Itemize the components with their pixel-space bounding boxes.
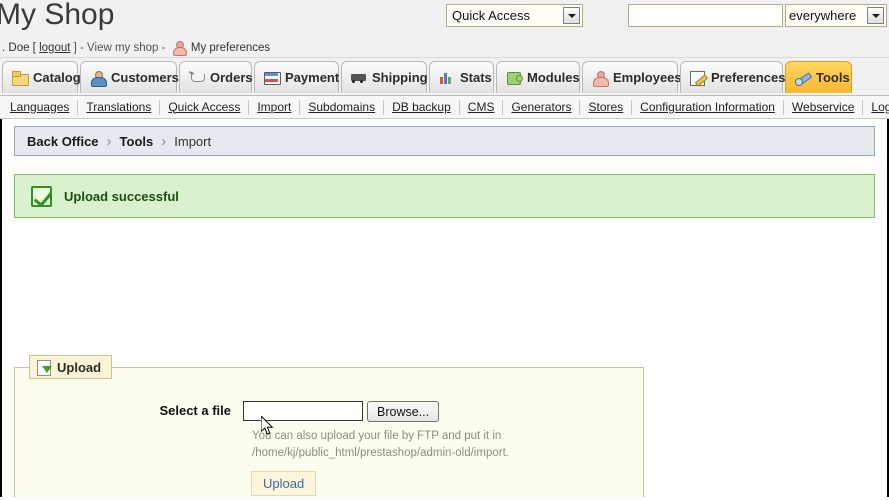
truck-icon xyxy=(351,70,367,86)
content-area: Back Office › Tools › Import Upload successf… xyxy=(0,119,889,497)
user-name-text: . Doe [ xyxy=(2,42,36,54)
file-select-row: Select a file Browse... xyxy=(15,401,643,422)
subnav-item-webservice[interactable]: Webservice xyxy=(784,97,862,118)
search-input[interactable] xyxy=(628,4,783,27)
page-header: My Shop . Doe [ logout ] - View my shop … xyxy=(0,0,889,58)
tab-stats[interactable]: Stats xyxy=(429,61,494,93)
subnav-item-import[interactable]: Import xyxy=(249,97,299,118)
quick-access-value: Quick Access xyxy=(452,8,531,23)
tab-catalog[interactable]: Catalog xyxy=(2,61,81,93)
search-scope-select[interactable]: everywhere xyxy=(785,4,887,27)
tab-modules[interactable]: Modules xyxy=(496,61,580,93)
employee-icon xyxy=(592,70,609,87)
subnav-item-translations[interactable]: Translations xyxy=(78,97,159,118)
tab-label: Catalog xyxy=(33,70,81,85)
tab-label: Customers xyxy=(111,70,179,85)
tab-label: Tools xyxy=(816,70,850,85)
tab-label: Orders xyxy=(210,70,253,85)
status-alert-success: Upload successful xyxy=(14,174,875,218)
tab-employees[interactable]: Employees xyxy=(582,61,682,93)
tab-label: Preferences xyxy=(711,70,786,85)
payment-icon xyxy=(264,70,281,86)
puzzle-icon xyxy=(506,70,523,86)
tab-shipping[interactable]: Shipping xyxy=(341,61,428,93)
user-info-line: . Doe [ logout ] - View my shop - My pre… xyxy=(2,41,270,56)
tab-preferences[interactable]: Preferences xyxy=(680,61,786,93)
subnav-item-configuration-information[interactable]: Configuration Information xyxy=(632,97,783,118)
cart-icon xyxy=(189,70,205,86)
upload-button[interactable]: Upload xyxy=(251,471,317,496)
breadcrumb-item-import: Import xyxy=(174,133,212,149)
alert-message: Upload successful xyxy=(64,188,179,204)
subnav-item-subdomains[interactable]: Subdomains xyxy=(300,97,383,118)
check-icon xyxy=(31,185,52,207)
subnav-item-quick-access[interactable]: Quick Access xyxy=(160,97,248,118)
breadcrumb-item-back-office[interactable]: Back Office xyxy=(27,134,99,149)
breadcrumb-item-tools[interactable]: Tools xyxy=(120,134,154,149)
quick-access-select[interactable]: Quick Access xyxy=(446,4,583,27)
upload-panel-title: Upload xyxy=(57,359,102,375)
subnav-item-languages[interactable]: Languages xyxy=(2,97,77,118)
search-scope-value: everywhere xyxy=(789,8,857,23)
upload-panel: Upload Select a file Browse... You can a… xyxy=(14,355,644,497)
my-preferences-link[interactable]: My preferences xyxy=(191,42,270,54)
subnav-item-stores[interactable]: Stores xyxy=(580,97,631,118)
customer-icon xyxy=(90,70,107,87)
tab-orders[interactable]: Orders xyxy=(179,61,253,93)
tab-tools[interactable]: Tools xyxy=(785,61,852,93)
user-avatar-icon xyxy=(172,41,187,56)
breadcrumb-separator-icon: › xyxy=(161,132,167,150)
subnav-item-db-backup[interactable]: DB backup xyxy=(384,97,459,118)
wrench-icon xyxy=(795,70,811,86)
tab-label: Payment xyxy=(285,70,340,85)
sub-navigation-bar: Languages Translations Quick Access Import S… xyxy=(0,96,889,119)
ftp-help-text: You can also upload your file by FTP and… xyxy=(252,430,509,459)
view-shop-text: ] - View my shop - xyxy=(73,42,166,54)
chevron-down-icon[interactable] xyxy=(867,7,884,24)
file-field-label: Select a file xyxy=(159,403,231,418)
page-download-icon xyxy=(37,359,52,376)
tab-label: Shipping xyxy=(372,70,428,85)
tab-label: Modules xyxy=(527,70,580,85)
bar-chart-icon xyxy=(439,70,455,86)
pencil-page-icon xyxy=(690,70,706,86)
browse-button[interactable]: Browse... xyxy=(367,401,440,422)
folder-icon xyxy=(12,70,29,86)
tab-customers[interactable]: Customers xyxy=(80,61,179,93)
tab-label: Stats xyxy=(460,70,492,85)
tab-label: Employees xyxy=(613,70,682,85)
main-tab-bar: Catalog Customers Orders Payment Shipping Sta… xyxy=(0,58,889,96)
tab-payment[interactable]: Payment xyxy=(254,61,339,93)
breadcrumb: Back Office › Tools › Import xyxy=(14,126,875,156)
chevron-down-icon[interactable] xyxy=(563,7,580,24)
subnav-item-log[interactable]: Log xyxy=(863,97,889,118)
shop-title: My Shop xyxy=(0,0,115,31)
subnav-item-generators[interactable]: Generators xyxy=(503,97,579,118)
upload-panel-legend: Upload xyxy=(29,355,113,379)
breadcrumb-separator-icon: › xyxy=(106,132,112,150)
file-path-input[interactable] xyxy=(243,401,363,421)
logout-link[interactable]: logout xyxy=(39,42,70,54)
subnav-item-cms[interactable]: CMS xyxy=(460,97,503,118)
